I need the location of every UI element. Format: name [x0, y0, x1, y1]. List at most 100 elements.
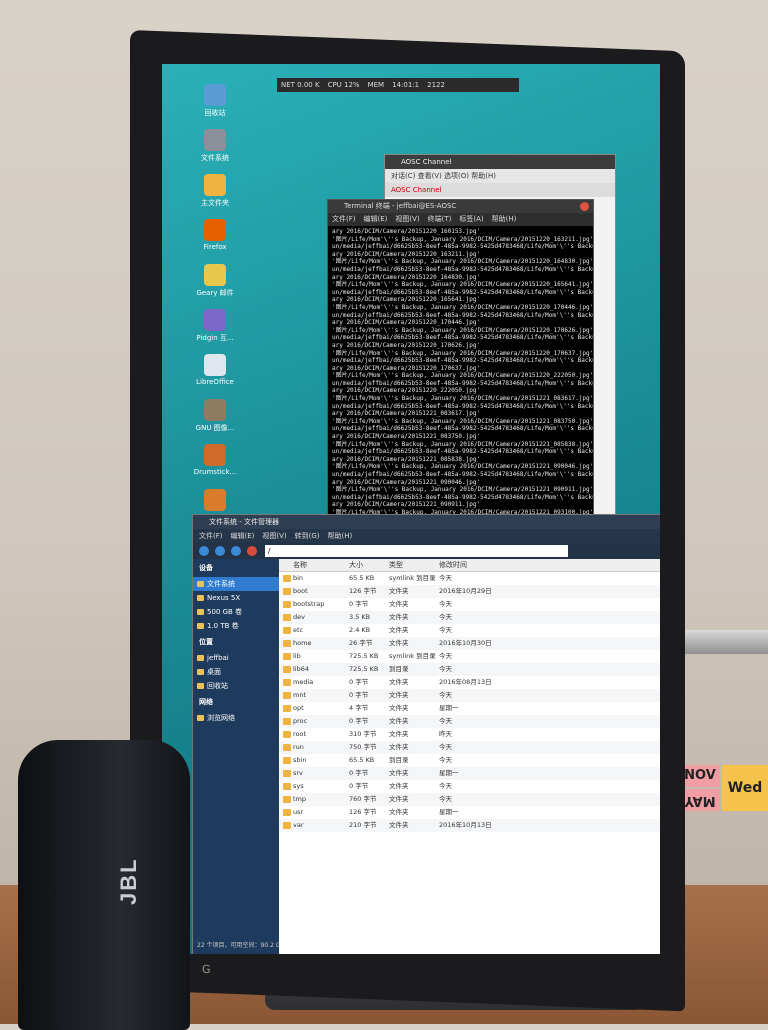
file-row[interactable]: sys 0 字节 文件夹 今天	[279, 780, 660, 793]
file-manager-window[interactable]: 文件系统 - 文件管理器 文件(F) 编辑(E) 视图(V) 转到(G) 帮助(H) /…	[192, 514, 660, 954]
column-header[interactable]: 大小	[349, 559, 363, 571]
desktop-icon[interactable]: Pidgin 互...	[180, 309, 250, 343]
file-row[interactable]: bin 65.5 KB symlink 到目录 今天	[279, 572, 660, 585]
menu-item[interactable]: 标签(A)	[459, 215, 483, 223]
menu-item[interactable]: 帮助(H)	[492, 215, 517, 223]
file-date: 今天	[439, 574, 452, 582]
sidebar-item[interactable]: 1.0 TB 卷	[193, 619, 279, 633]
file-name: etc	[293, 626, 304, 634]
sidebar-item-label: 桌面	[207, 668, 221, 676]
file-row[interactable]: etc 2.4 KB 文件夹 今天	[279, 624, 660, 637]
file-type: symlink 到目录	[389, 574, 436, 582]
file-size: 65.5 KB	[349, 756, 375, 764]
drive-icon	[197, 683, 204, 689]
folder-icon	[283, 744, 291, 751]
close-icon[interactable]	[580, 202, 589, 211]
forward-icon[interactable]	[215, 546, 225, 556]
up-icon[interactable]	[231, 546, 241, 556]
file-name: tmp	[293, 795, 307, 803]
file-row[interactable]: boot 126 字节 文件夹 2016年10月29日	[279, 585, 660, 598]
chat-icon	[204, 309, 226, 331]
menu-item[interactable]: 编辑(E)	[231, 532, 255, 540]
file-date: 2016年10月30日	[439, 639, 492, 647]
desktop-icon[interactable]: LibreOffice	[180, 354, 250, 386]
file-row[interactable]: run 750 字节 文件夹 今天	[279, 741, 660, 754]
panel-indicator: 2122	[427, 81, 445, 89]
file-type: 文件夹	[389, 769, 409, 777]
file-row[interactable]: var 210 字节 文件夹 2016年10月13日	[279, 819, 660, 832]
monitor-button-icon[interactable]: G	[202, 963, 211, 976]
sidebar-item[interactable]: 浏览网络	[193, 711, 279, 725]
calendar-month-top: NOV	[680, 765, 720, 787]
desktop-icon[interactable]: GNU 图像...	[180, 399, 250, 433]
drive-icon	[197, 669, 204, 675]
terminal-line: '图片/Life/Mom'\''s Backup, January 2016/D…	[332, 258, 593, 266]
file-row[interactable]: home 26 字节 文件夹 2016年10月30日	[279, 637, 660, 650]
desktop-icon[interactable]: Geary 邮件	[180, 264, 250, 298]
file-type: 文件夹	[389, 587, 409, 595]
sidebar-item[interactable]: Nexus 5X	[193, 591, 279, 605]
file-date: 今天	[439, 652, 452, 660]
chat-window-menu[interactable]: 对话(C) 查看(V) 选项(O) 帮助(H)	[385, 169, 615, 183]
menu-item[interactable]: 终端(T)	[428, 215, 452, 223]
panel-indicator: MEM	[367, 81, 385, 89]
file-type: 文件夹	[389, 795, 409, 803]
monitor-screen: NET 0.00 K CPU 12% MEM 14:01:1 2122 回收站 文件系统主…	[162, 64, 660, 954]
menu-item[interactable]: 转到(G)	[295, 532, 320, 540]
file-type: 文件夹	[389, 704, 409, 712]
sidebar-item[interactable]: 500 GB 卷	[193, 605, 279, 619]
file-row[interactable]: lib64 725.5 KB 到目录 今天	[279, 663, 660, 676]
file-row[interactable]: srv 0 字节 文件夹 星期一	[279, 767, 660, 780]
desktop-icon[interactable]: Firefox	[180, 219, 250, 251]
file-row[interactable]: usr 126 字节 文件夹 星期一	[279, 806, 660, 819]
desktop-icon[interactable]: 回收站	[180, 84, 250, 118]
sidebar-item[interactable]: 回收站	[193, 679, 279, 693]
menu-item[interactable]: 文件(F)	[332, 215, 356, 223]
location-bar[interactable]: /	[265, 545, 568, 557]
chat-window-title[interactable]: AOSC Channel	[385, 155, 615, 169]
column-header[interactable]: 修改时间	[439, 559, 467, 571]
terminal-menu: 文件(F) 编辑(E) 视图(V) 终端(T) 标签(A) 帮助(H)	[328, 213, 593, 226]
file-date: 昨天	[439, 730, 452, 738]
folder-icon	[283, 770, 291, 777]
desktop-icon[interactable]: 文件系统	[180, 129, 250, 163]
back-icon[interactable]	[199, 546, 209, 556]
file-row[interactable]: tmp 760 字节 文件夹 今天	[279, 793, 660, 806]
file-size: 26 字节	[349, 639, 373, 647]
chat-window-tab[interactable]: AOSC Channel	[385, 183, 615, 197]
column-header[interactable]: 名称	[293, 559, 307, 571]
menu-item[interactable]: 编辑(E)	[364, 215, 388, 223]
file-row[interactable]: sbin 65.5 KB 到目录 今天	[279, 754, 660, 767]
file-name: proc	[293, 717, 308, 725]
menu-item[interactable]: 文件(F)	[199, 532, 223, 540]
file-row[interactable]: bootstrap 0 字节 文件夹 今天	[279, 598, 660, 611]
file-row[interactable]: dev 3.5 KB 文件夹 今天	[279, 611, 660, 624]
terminal-window[interactable]: Terminal 终端 - jeffbai@ES-AOSC 文件(F) 编辑(E)…	[327, 199, 594, 546]
file-manager-title[interactable]: 文件系统 - 文件管理器	[193, 515, 660, 529]
terminal-line: '图片/Life/Mom'\''s Backup, January 2016/D…	[332, 326, 593, 334]
menu-item[interactable]: 帮助(H)	[328, 532, 353, 540]
file-name: media	[293, 678, 314, 686]
file-size: 725.5 KB	[349, 665, 379, 673]
desktop-icon[interactable]: Drumstick...	[180, 444, 250, 476]
desktop-icon[interactable]	[180, 489, 250, 513]
column-header[interactable]: 类型	[389, 559, 403, 571]
desktop-icon[interactable]: 主文件夹	[180, 174, 250, 208]
file-row[interactable]: mnt 0 字节 文件夹 今天	[279, 689, 660, 702]
terminal-output[interactable]: ary 2016/DCIM/Camera/20151220_160153.jpg…	[328, 226, 593, 540]
file-row[interactable]: media 0 字节 文件夹 2016年08月13日	[279, 676, 660, 689]
file-row[interactable]: opt 4 字节 文件夹 星期一	[279, 702, 660, 715]
file-row[interactable]: lib 725.5 KB symlink 到目录 今天	[279, 650, 660, 663]
home-icon[interactable]	[247, 546, 257, 556]
sidebar-item[interactable]: jeffbai	[193, 651, 279, 665]
terminal-title[interactable]: Terminal 终端 - jeffbai@ES-AOSC	[328, 200, 593, 213]
file-size: 760 字节	[349, 795, 377, 803]
file-row[interactable]: proc 0 字节 文件夹 今天	[279, 715, 660, 728]
menu-item[interactable]: 视图(V)	[262, 532, 286, 540]
sidebar-item[interactable]: 桌面	[193, 665, 279, 679]
sidebar-item[interactable]: 文件系统	[193, 577, 279, 591]
sidebar-item-label: 500 GB 卷	[207, 608, 243, 616]
file-row[interactable]: root 310 字节 文件夹 昨天	[279, 728, 660, 741]
terminal-line: '图片/Life/Mom'\''s Backup, January 2016/D…	[332, 463, 593, 471]
menu-item[interactable]: 视图(V)	[395, 215, 419, 223]
